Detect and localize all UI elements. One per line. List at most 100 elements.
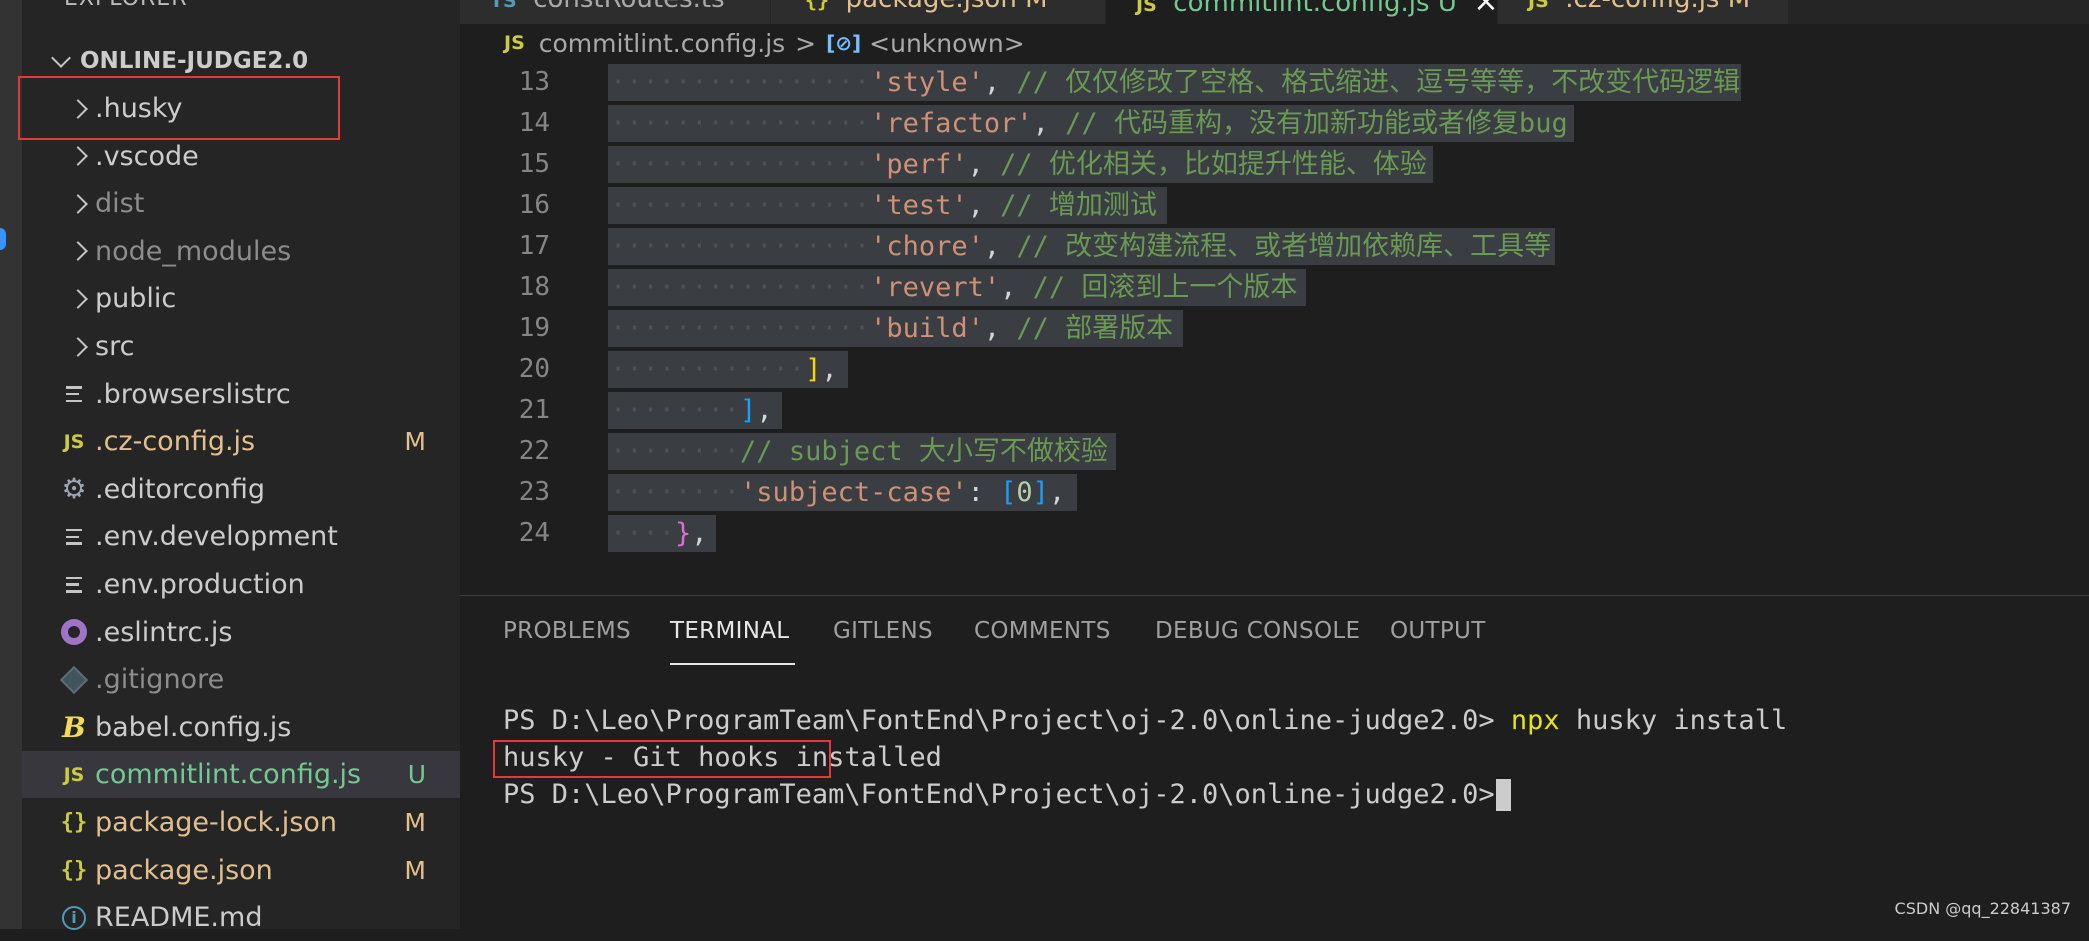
code-token: // 回滚到上一个版本	[1032, 272, 1298, 303]
tab-commitlint-config[interactable]: JS commitlint.config.js U ×	[1106, 0, 1498, 24]
whitespace-dots: ················	[610, 313, 871, 344]
close-icon[interactable]: ×	[1473, 0, 1497, 19]
line-number: 14	[518, 108, 550, 138]
whitespace-dots: ····	[610, 518, 676, 549]
tab-output[interactable]: OUTPUT	[1390, 618, 1486, 644]
workspace-root-label: ONLINE-JUDGE2.0	[80, 48, 309, 74]
breadcrumb-symbol[interactable]: <unknown>	[869, 29, 1025, 58]
code-line: 19 ················'build', // 部署版本	[460, 308, 2089, 349]
tab-constroutes[interactable]: TS constRoutes.ts	[460, 0, 771, 24]
tree-item[interactable]: ⚙ .editorconfig	[22, 466, 460, 513]
code-text: ················'test', // 增加测试	[610, 185, 1157, 226]
eslint-icon	[58, 616, 90, 648]
tree-item-label: .env.development	[95, 521, 338, 553]
code-editor[interactable]: 13 ················'style', // 仅仅修改了空格、格式…	[460, 62, 2089, 594]
tree-item-label: .vscode	[95, 140, 199, 172]
javascript-file-icon: JS	[63, 430, 85, 453]
text-file-icon	[58, 378, 90, 410]
code-line: 13 ················'style', // 仅仅修改了空格、格式…	[460, 62, 2089, 103]
code-line: 17 ················'chore', // 改变构建流程、或者增…	[460, 226, 2089, 267]
code-token: ,	[691, 518, 708, 549]
code-token: ,	[983, 313, 1017, 344]
tree-item[interactable]: {} package.json M	[22, 847, 460, 894]
editor-tab-bar: TS constRoutes.ts {} package.json M JS c…	[460, 0, 2089, 24]
code-text: ················'perf', // 优化相关，比如提升性能、体…	[610, 144, 1427, 185]
tree-item[interactable]: public	[22, 275, 460, 322]
whitespace-dots: ················	[610, 231, 871, 262]
chevron-right-icon	[62, 188, 94, 220]
tree-item[interactable]: .eslintrc.js	[22, 609, 460, 656]
code-token: 'refactor'	[870, 108, 1033, 139]
workspace-root-header[interactable]: ONLINE-JUDGE2.0	[51, 46, 309, 76]
activity-badge	[0, 228, 6, 250]
tree-item-label: package.json	[95, 854, 273, 886]
tree-item[interactable]: .env.development	[22, 513, 460, 560]
tree-item[interactable]: JS .cz-config.js M	[22, 418, 460, 465]
chevron-right-icon	[62, 235, 94, 267]
code-line: 24 ····},	[460, 513, 2089, 554]
terminal-command-args: husky install	[1559, 705, 1788, 736]
code-token: 0	[1016, 477, 1033, 508]
tree-item-label: commitlint.config.js	[95, 759, 362, 791]
symbol-variable-icon: [⊘]	[826, 31, 862, 55]
tree-item[interactable]: dist	[22, 180, 460, 227]
tab-terminal[interactable]: TERMINAL	[670, 618, 789, 644]
code-text: ················'chore', // 改变构建流程、或者增加依…	[610, 226, 1551, 267]
javascript-icon: JS	[504, 32, 525, 54]
code-line: 20 ············],	[460, 349, 2089, 390]
code-token: ,	[756, 395, 773, 426]
code-token: ,	[1048, 477, 1066, 508]
husky-highlight-box	[18, 76, 340, 140]
tab-label: constRoutes.ts	[533, 0, 724, 14]
tree-item[interactable]: {} package-lock.json M	[22, 799, 460, 846]
tab-package-json[interactable]: {} package.json M	[771, 0, 1106, 24]
tree-item[interactable]: Bbabel.config.js	[22, 704, 460, 751]
breadcrumb-file[interactable]: commitlint.config.js	[539, 29, 785, 58]
whitespace-dots: ········	[610, 477, 741, 508]
code-token: 'chore'	[870, 231, 984, 262]
tab-problems[interactable]: PROBLEMS	[503, 618, 631, 644]
whitespace-dots: ················	[610, 149, 871, 180]
terminal-cursor	[1496, 779, 1511, 811]
code-token: ,	[983, 67, 1017, 98]
terminal-command-bin: npx	[1510, 705, 1560, 736]
tree-item[interactable]: .browserslistrc	[22, 371, 460, 418]
code-text: ················'build', // 部署版本	[610, 308, 1173, 349]
terminal-command-line: PS D:\Leo\ProgramTeam\FontEnd\Project\oj…	[503, 705, 1787, 736]
chevron-right-icon	[62, 283, 94, 315]
breadcrumb-separator: >	[795, 28, 817, 58]
terminal-prompt-line[interactable]: PS D:\Leo\ProgramTeam\FontEnd\Project\oj…	[503, 779, 1511, 810]
tree-item-label: public	[95, 283, 177, 315]
code-line: 23 ········'subject-case': [0],	[460, 472, 2089, 513]
whitespace-dots: ········	[610, 436, 741, 467]
tab-debug-console[interactable]: DEBUG CONSOLE	[1155, 618, 1360, 644]
tree-item-label: .editorconfig	[95, 473, 266, 505]
code-text: ················'refactor', // 代码重构，没有加新…	[610, 103, 1568, 144]
code-text: ········// subject 大小写不做校验	[610, 431, 1108, 472]
code-token: // 部署版本	[1016, 313, 1174, 344]
line-number: 17	[518, 231, 550, 261]
line-number: 13	[518, 67, 550, 97]
code-token: 'revert'	[870, 272, 1001, 303]
git-status-badge: M	[404, 855, 426, 885]
tree-item-label: package-lock.json	[95, 807, 338, 838]
tree-item[interactable]: src	[22, 323, 460, 370]
tree-item[interactable]: i README.md	[22, 894, 460, 941]
text-file-icon	[58, 521, 90, 553]
code-token: }	[675, 518, 692, 549]
tab-label: package.json	[846, 0, 1017, 14]
tab-comments[interactable]: COMMENTS	[974, 618, 1111, 644]
tree-item[interactable]: node_modules	[22, 228, 460, 275]
tab-gitlens[interactable]: GITLENS	[833, 618, 933, 644]
explorer-title: EXPLORER	[64, 0, 188, 11]
line-number: 16	[518, 190, 550, 220]
tree-item[interactable]: .env.production	[22, 561, 460, 608]
tab-cz-config[interactable]: JS .cz-config.js M	[1498, 0, 1789, 24]
code-text: ····},	[610, 513, 708, 554]
tree-item-label: babel.config.js	[95, 711, 292, 743]
line-number: 19	[518, 313, 550, 343]
tree-item[interactable]: .gitignore	[22, 656, 460, 703]
code-token: ]	[805, 354, 822, 385]
tree-item[interactable]: JS commitlint.config.js U	[22, 751, 460, 799]
code-token: // 改变构建流程、或者增加依赖库、工具等	[1016, 231, 1552, 262]
